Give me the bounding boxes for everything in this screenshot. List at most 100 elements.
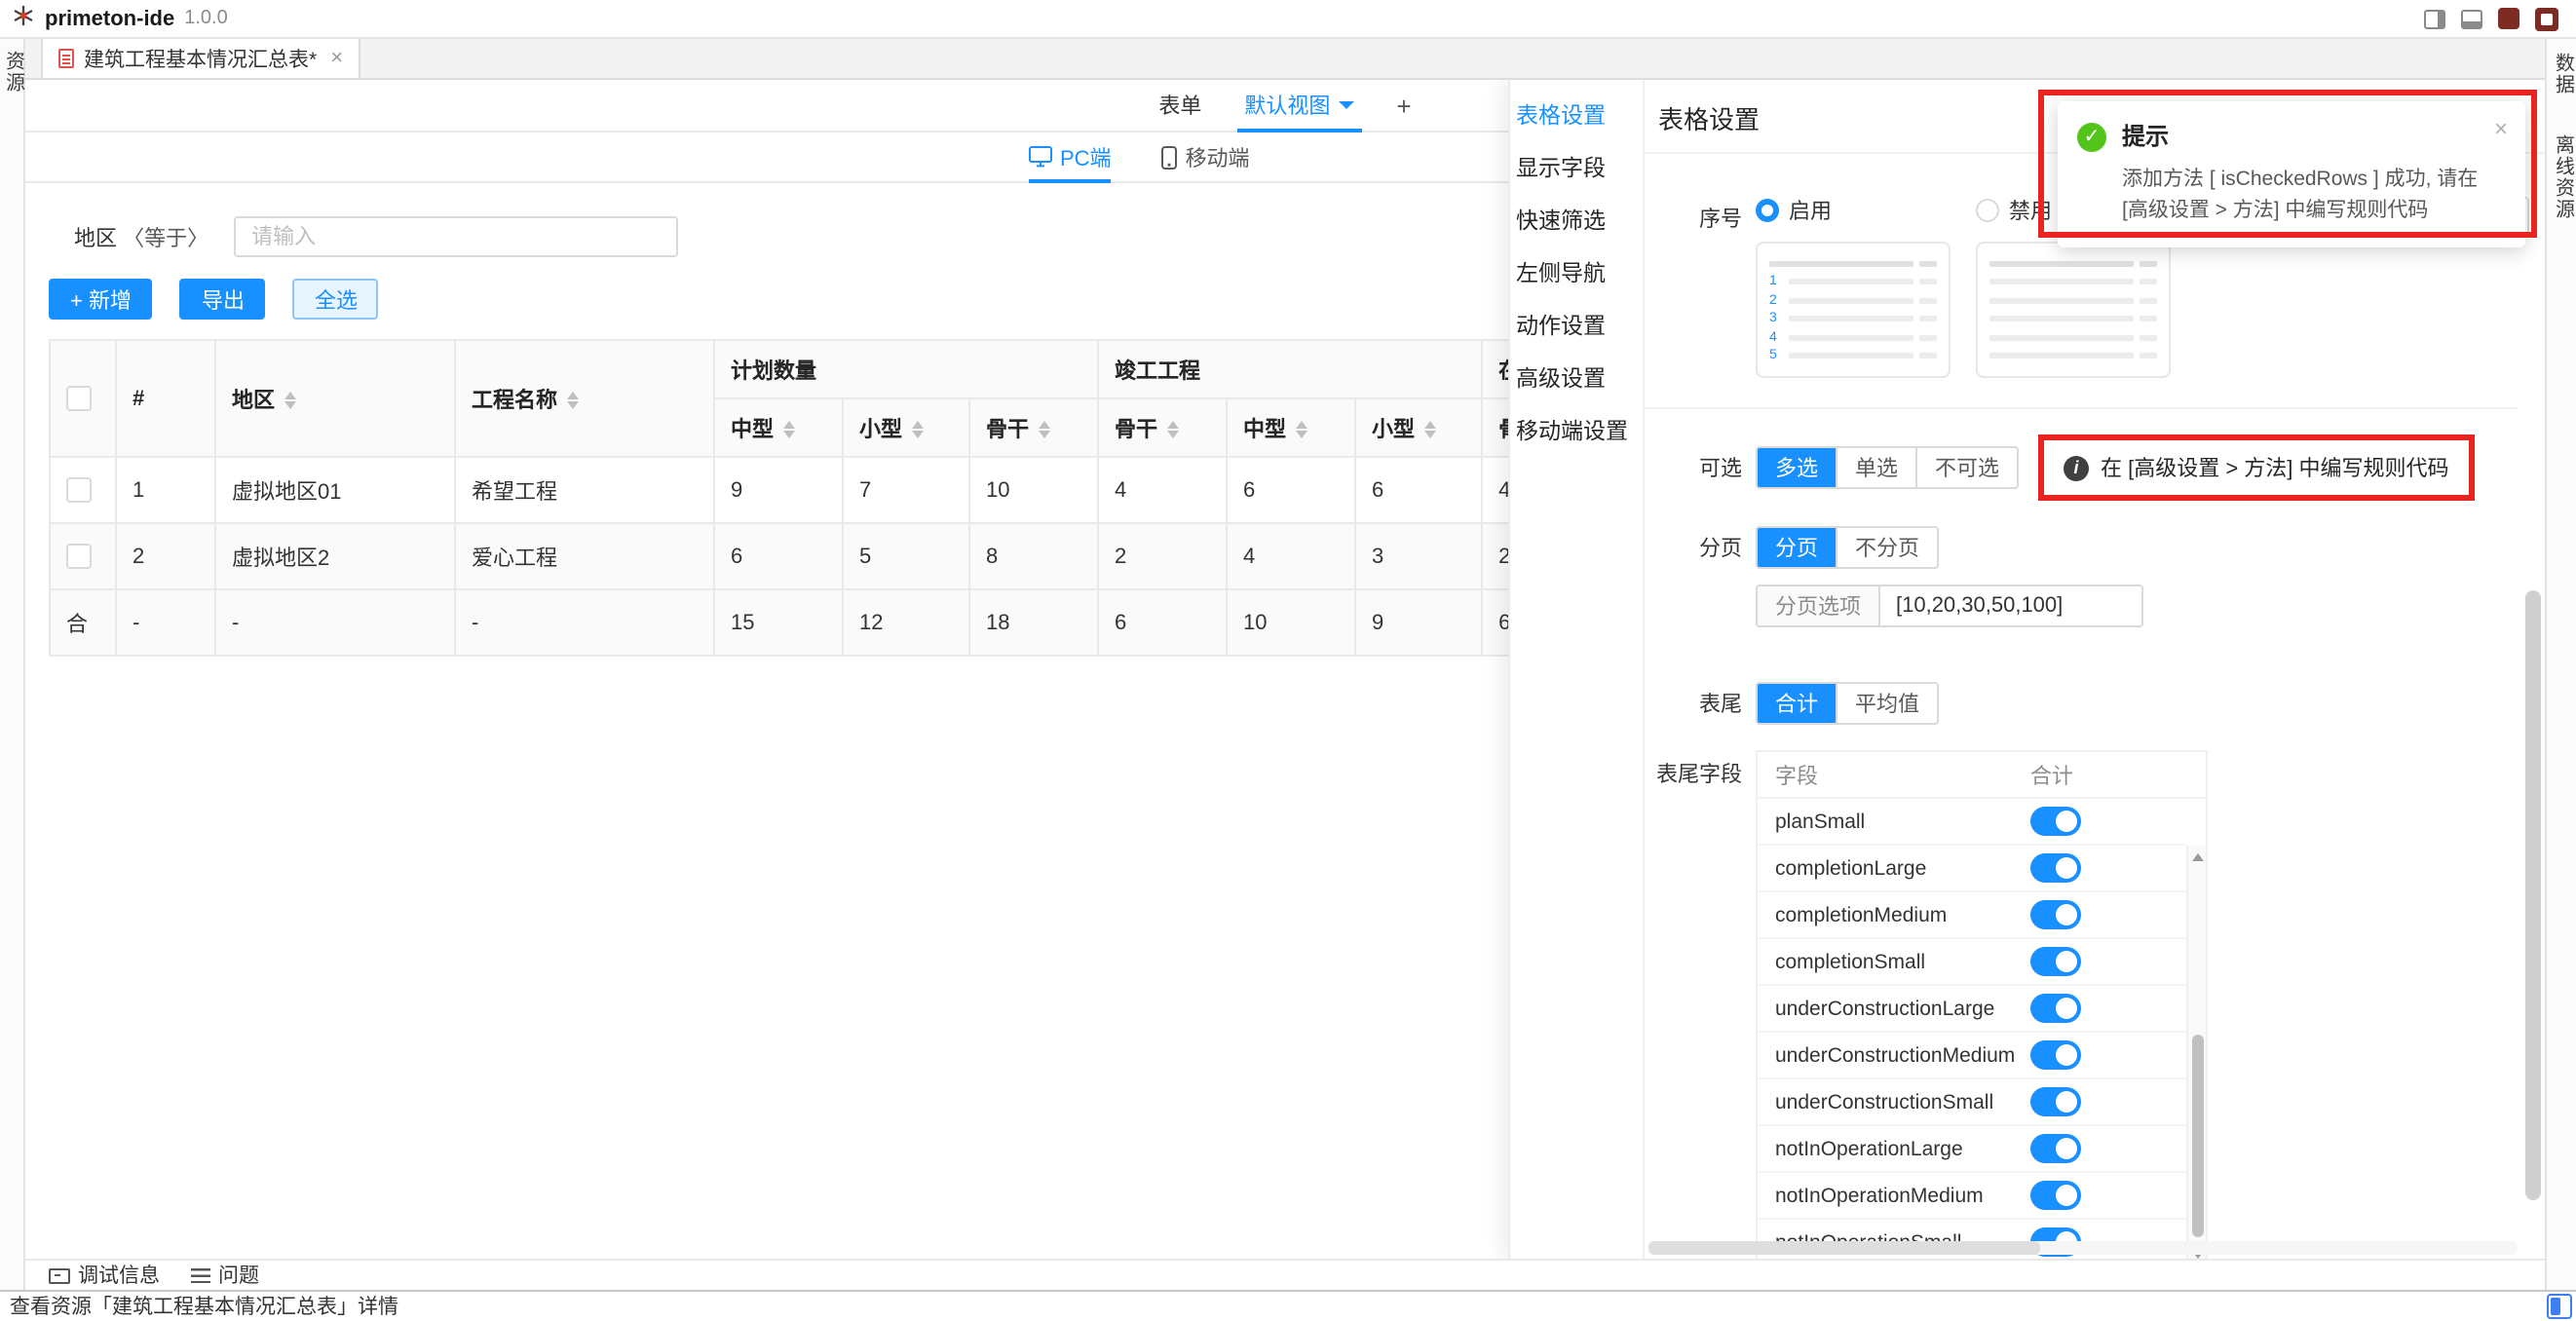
toggle-switch[interactable] — [2030, 994, 2081, 1023]
select-all-checkbox[interactable] — [66, 386, 92, 411]
menu-item-advanced-settings[interactable]: 高级设置 — [1510, 355, 1643, 407]
footer-fields-scrollbar[interactable] — [2186, 846, 2206, 1259]
problems-button[interactable]: 问题 — [191, 1261, 259, 1290]
sort-icon[interactable] — [567, 392, 579, 409]
list-item: completionMedium — [1758, 892, 2186, 939]
tab-form[interactable]: 表单 — [1158, 80, 1201, 131]
segment-unpaged[interactable]: 不分页 — [1836, 528, 1937, 567]
tab-mobile-label: 移动端 — [1186, 141, 1250, 172]
settings-panel: 表格设置 显示字段 快速筛选 左侧导航 动作设置 高级设置 移动端设置 表格设置 — [1508, 80, 2545, 1259]
menu-item-action-settings[interactable]: 动作设置 — [1510, 302, 1643, 355]
row-checkbox[interactable] — [66, 477, 92, 503]
scroll-up-icon[interactable] — [2192, 853, 2204, 861]
toggle-bottom-panel-icon[interactable] — [2461, 9, 2482, 28]
sidebar-item-resources[interactable]: 资源 — [0, 51, 26, 1290]
document-tab[interactable]: 建筑工程基本情况汇总表* × — [41, 39, 360, 78]
list-item: underConstructionSmall — [1758, 1079, 2186, 1126]
col-header-comp-small: 小型 — [1355, 398, 1482, 457]
row-checkbox[interactable] — [66, 544, 92, 569]
list-item: underConstructionLarge — [1758, 986, 2186, 1033]
scrollbar-thumb[interactable] — [1648, 1241, 2039, 1255]
pagination-options-input[interactable] — [1878, 585, 2143, 627]
selectable-segmented: 多选 单选 不可选 — [1756, 446, 2019, 489]
tab-pc[interactable]: PC端 — [1029, 132, 1112, 181]
list-item: completionSmall — [1758, 939, 2186, 986]
scrollbar-thumb[interactable] — [2525, 590, 2541, 1200]
sort-icon[interactable] — [1424, 421, 1436, 438]
radio-icon — [1756, 199, 1779, 222]
layout-toggle-icon[interactable] — [2547, 1294, 2572, 1319]
selectable-row: 可选 多选 单选 不可选 i 在 [高级设置 > 方法] 中编写规则代码 — [1645, 434, 2518, 501]
toggle-right-panel-icon[interactable] — [2424, 9, 2445, 28]
debug-info-label: 调试信息 — [78, 1261, 160, 1290]
radio-enable[interactable]: 启用 — [1756, 195, 1951, 226]
sort-icon[interactable] — [284, 392, 296, 409]
sidebar-item-data[interactable]: 数据 — [2547, 53, 2576, 95]
settings-menu: 表格设置 显示字段 快速筛选 左侧导航 动作设置 高级设置 移动端设置 — [1510, 80, 1645, 1259]
toast-close-icon[interactable]: × — [2494, 115, 2508, 142]
sort-icon[interactable] — [1296, 421, 1307, 438]
toggle-switch[interactable] — [2030, 900, 2081, 929]
right-sidebar: 数据 离线资源 — [2545, 39, 2576, 1290]
sort-icon[interactable] — [1167, 421, 1179, 438]
export-button[interactable]: 导出 — [180, 279, 266, 320]
layout-icon[interactable] — [2535, 7, 2558, 30]
chevron-down-icon — [1338, 101, 1353, 109]
menu-item-table-settings[interactable]: 表格设置 — [1510, 92, 1643, 144]
footer-row: 表尾 合计 平均值 — [1645, 682, 2518, 725]
toggle-switch[interactable] — [2030, 1087, 2081, 1116]
segment-multi[interactable]: 多选 — [1758, 448, 1836, 487]
toggle-switch[interactable] — [2030, 1040, 2081, 1070]
add-view-button[interactable]: + — [1396, 80, 1411, 131]
close-tab-icon[interactable]: × — [330, 47, 343, 70]
menu-item-display-fields[interactable]: 显示字段 — [1510, 144, 1643, 197]
footer-fields-header: 字段 合计 — [1758, 752, 2206, 799]
list-item: notInOperationLarge — [1758, 1126, 2186, 1173]
toggle-switch[interactable] — [2030, 947, 2081, 976]
toast-title: 提示 — [2122, 119, 2482, 152]
menu-item-quick-filter[interactable]: 快速筛选 — [1510, 197, 1643, 249]
toggle-switch[interactable] — [2030, 853, 2081, 883]
list-item: planSmall — [1758, 799, 2186, 846]
radio-icon — [1976, 199, 1999, 222]
segment-sum[interactable]: 合计 — [1758, 684, 1836, 723]
col-header-region: 地区 — [215, 340, 455, 457]
radio-enable-label: 启用 — [1789, 195, 1832, 226]
col-group-completion: 竣工工程 — [1098, 340, 1482, 398]
tab-default-view[interactable]: 默认视图 — [1244, 80, 1353, 131]
save-icon[interactable] — [2498, 8, 2519, 29]
menu-item-left-nav[interactable]: 左侧导航 — [1510, 249, 1643, 302]
segment-paged[interactable]: 分页 — [1758, 528, 1836, 567]
data-table: # 地区 工程名称 计划数量 竣工工程 在建工程 中型 小型 骨干 骨干 — [49, 339, 1658, 657]
segment-average[interactable]: 平均值 — [1836, 684, 1937, 723]
col-header-project: 工程名称 — [455, 340, 714, 457]
panel-vertical-scrollbar[interactable] — [2525, 84, 2541, 1235]
toast-notification: ✓ 提示 添加方法 [ isCheckedRows ] 成功, 请在 [高级设置… — [2058, 101, 2525, 246]
col-header-num: # — [116, 340, 215, 457]
filter-operator[interactable]: 〈等于〉 — [123, 227, 208, 250]
sidebar-item-offline-resources[interactable]: 离线资源 — [2547, 134, 2576, 220]
document-tab-label: 建筑工程基本情况汇总表* — [84, 44, 317, 73]
select-all-button[interactable]: 全选 — [293, 279, 379, 320]
scrollbar-thumb[interactable] — [2191, 1035, 2203, 1236]
toggle-switch[interactable] — [2030, 1181, 2081, 1210]
sort-icon[interactable] — [783, 421, 795, 438]
segment-none[interactable]: 不可选 — [1915, 448, 2017, 487]
toggle-switch[interactable] — [2030, 807, 2081, 836]
segment-single[interactable]: 单选 — [1836, 448, 1915, 487]
serial-label: 序号 — [1645, 195, 1742, 234]
annotation-box-hint: i 在 [高级设置 > 方法] 中编写规则代码 — [2038, 434, 2475, 501]
sort-icon[interactable] — [912, 421, 924, 438]
menu-item-mobile-settings[interactable]: 移动端设置 — [1510, 407, 1643, 460]
filter-input[interactable] — [234, 216, 678, 257]
tab-mobile[interactable]: 移动端 — [1162, 132, 1250, 181]
debug-info-button[interactable]: 调试信息 — [49, 1261, 160, 1290]
main-area: 表单 默认视图 + PC端 移动端 — [25, 80, 2545, 1259]
add-button[interactable]: + 新增 — [49, 279, 153, 320]
bottom-bar-text: 查看资源「建筑工程基本情况汇总表」详情 — [10, 1292, 398, 1321]
panel-horizontal-scrollbar[interactable] — [1648, 1241, 2518, 1255]
sort-icon[interactable] — [1039, 421, 1050, 438]
status-bar: 调试信息 问题 — [25, 1259, 2545, 1290]
app-version: 1.0.0 — [184, 8, 228, 29]
toggle-switch[interactable] — [2030, 1134, 2081, 1163]
